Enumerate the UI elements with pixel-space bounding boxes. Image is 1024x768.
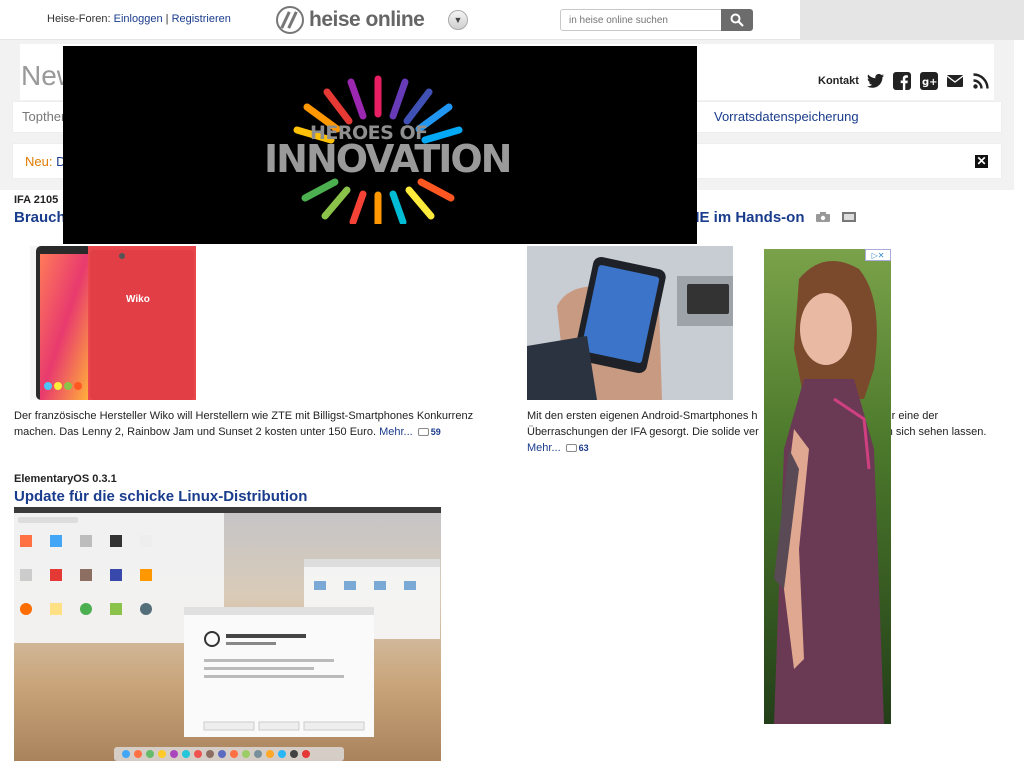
notice-text: Neu: D — [25, 154, 65, 169]
article-headline[interactable]: Update für die schicke Linux-Distributio… — [14, 488, 307, 505]
video-player-overlay[interactable]: HEROES OF INNOVATION — [63, 46, 697, 244]
nav-item-topthemen[interactable]: Topther — [22, 109, 65, 124]
forum-prefix: Heise-Foren: — [47, 13, 111, 25]
close-icon[interactable]: ✕ — [975, 155, 988, 168]
notice-label: Neu: — [25, 154, 53, 169]
twitter-icon[interactable] — [867, 72, 885, 90]
heroes-of-innovation-logo: HEROES OF INNOVATION — [263, 74, 512, 228]
logo-text: heise online — [309, 8, 425, 31]
comment-icon — [565, 444, 577, 453]
mail-icon[interactable] — [946, 72, 964, 90]
article-image-hands-on[interactable] — [527, 246, 733, 400]
register-link[interactable]: Registrieren — [172, 13, 231, 25]
article-teaser: Mit den ersten eigenen Android-Smartphon… — [527, 408, 997, 456]
article-image-elementary-os[interactable] — [14, 507, 441, 761]
phone-illustration: Wiko — [30, 246, 196, 400]
article-headline[interactable]: Brauch — [14, 209, 66, 226]
forum-links: Heise-Foren: Einloggen | Registrieren — [47, 13, 231, 25]
header-background-right — [800, 0, 1024, 40]
search-button[interactable] — [721, 9, 753, 31]
google-plus-icon[interactable]: g+ — [920, 72, 938, 90]
separator: | — [165, 13, 169, 25]
teaser-line: Überraschungen der IFA gesorgt. Die soli… — [527, 424, 997, 440]
nav-item-vorratsdatenspeicherung[interactable]: Vorratsdatenspeicherung — [714, 109, 859, 124]
teaser-text: Mit den ersten eigenen Android-Smartphon… — [527, 410, 758, 422]
search-icon — [730, 13, 744, 27]
comment-icon — [417, 428, 429, 437]
logo-icon — [276, 6, 304, 34]
ad-illustration — [764, 249, 891, 724]
rss-icon[interactable] — [972, 72, 990, 90]
article-kicker: IFA 2105 — [14, 194, 59, 206]
teaser-line: Mit den ersten eigenen Android-Smartphon… — [527, 408, 997, 424]
ad-choices-icon[interactable]: ▷✕ — [865, 249, 891, 261]
heise-logo[interactable]: heise online — [276, 5, 425, 35]
search-input[interactable] — [560, 9, 722, 31]
camera-icon — [816, 212, 830, 222]
more-link[interactable]: Mehr... — [379, 426, 413, 438]
desktop-screenshot — [14, 507, 441, 761]
chevron-down-icon[interactable]: ▼ — [448, 10, 468, 30]
article-kicker: ElementaryOS 0.3.1 — [14, 473, 117, 485]
login-link[interactable]: Einloggen — [114, 13, 163, 25]
teaser-text: ür eine der — [885, 410, 939, 422]
more-link[interactable]: Mehr... — [527, 442, 561, 454]
video-icon — [842, 212, 856, 222]
hands-on-photo — [527, 246, 733, 400]
svg-text:Wiko: Wiko — [126, 294, 150, 305]
advertisement[interactable]: ▷✕ — [764, 249, 891, 724]
svg-text:g+: g+ — [922, 77, 938, 88]
video-title-line2: INNOVATION — [264, 137, 512, 181]
article-teaser: Der französische Hersteller Wiko will He… — [14, 408, 494, 440]
teaser-text: Überraschungen der IFA gesorgt. Die soli… — [527, 426, 759, 438]
article-image-wiko-phone[interactable]: Wiko — [30, 246, 196, 400]
facebook-icon[interactable] — [893, 72, 911, 90]
teaser-text: n sich sehen lassen. — [886, 426, 987, 438]
article-headline[interactable]: ME im Hands-on — [687, 209, 805, 226]
comment-count[interactable]: 63 — [579, 443, 589, 453]
comment-count[interactable]: 59 — [431, 427, 441, 437]
kontakt-link[interactable]: Kontakt — [818, 75, 859, 87]
